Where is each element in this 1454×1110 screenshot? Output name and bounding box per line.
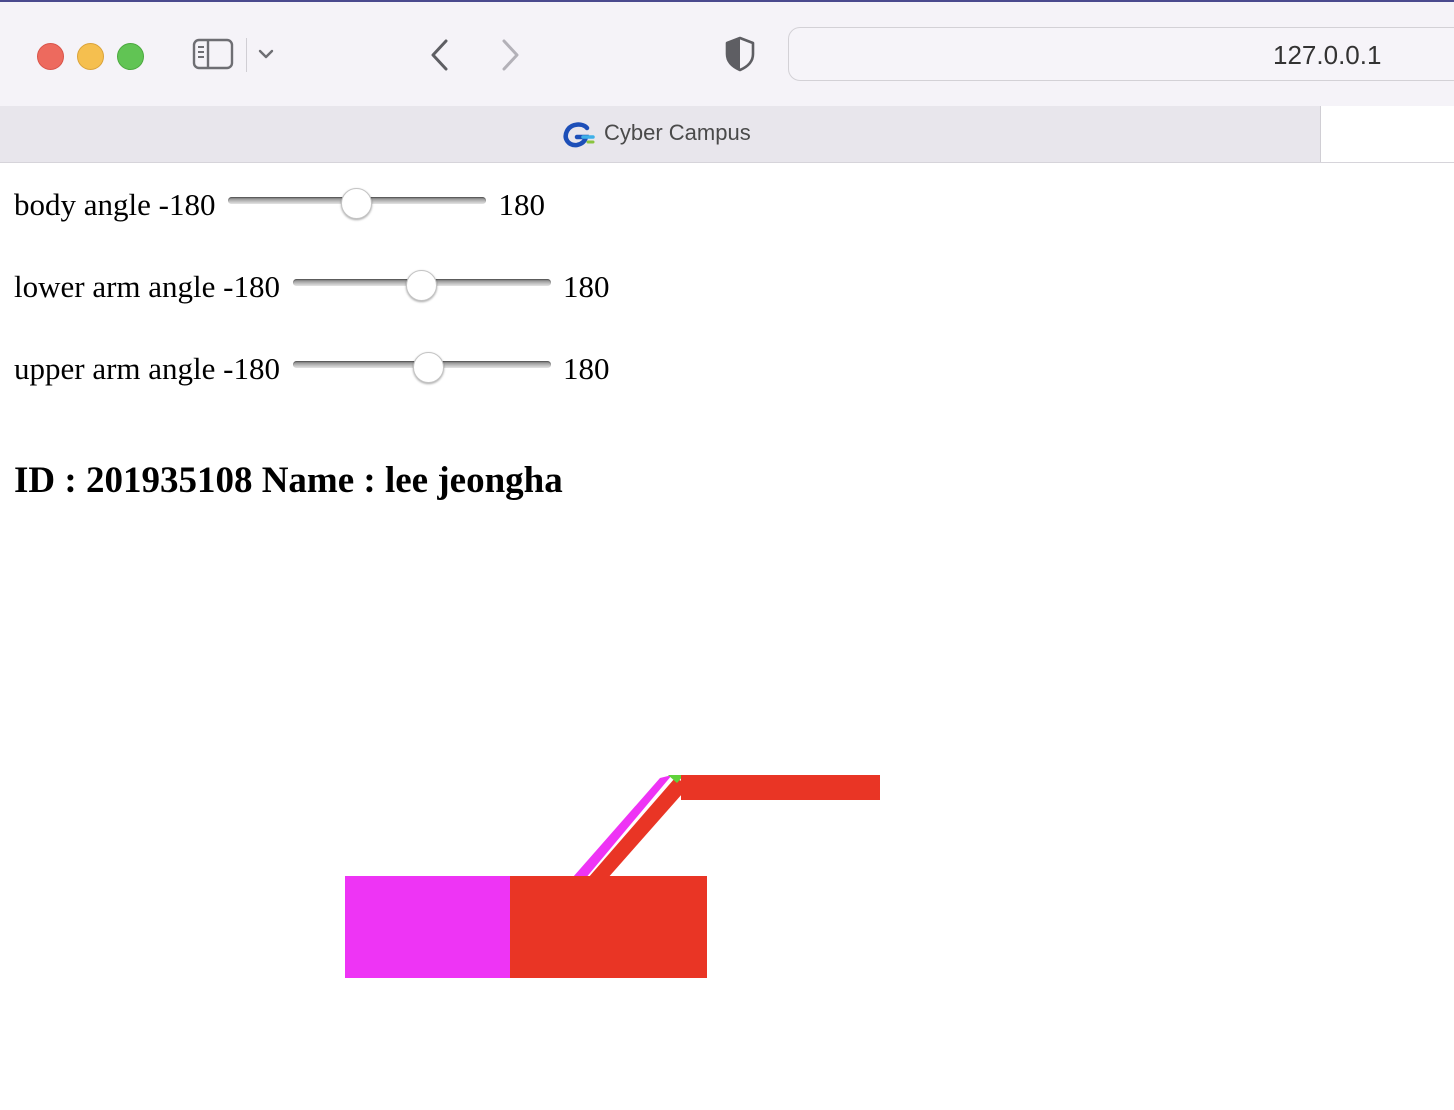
upper-arm-shadow — [573, 775, 672, 879]
favicon-icon — [563, 122, 595, 148]
body-angle-control: body angle -180 180 — [14, 185, 545, 225]
sidebar-icon[interactable] — [192, 37, 234, 71]
forward-icon[interactable] — [495, 37, 525, 73]
lower-arm — [681, 775, 880, 800]
upper-arm-angle-label: upper arm angle -180 — [14, 351, 280, 386]
tab-cyber-campus[interactable]: Cyber Campus — [0, 106, 1321, 162]
browser-toolbar: 127.0.0.1 — [0, 2, 1454, 107]
minimize-window-button[interactable] — [77, 43, 104, 70]
toolbar-divider — [246, 38, 247, 72]
upper-arm-angle-slider[interactable] — [292, 352, 551, 384]
url-text: 127.0.0.1 — [1273, 40, 1382, 70]
body-angle-label: body angle -180 — [14, 187, 216, 222]
student-id-heading: ID : 201935108 Name : lee jeongha — [14, 460, 563, 501]
lower-arm-angle-slider[interactable] — [292, 270, 551, 302]
body-right-part — [510, 876, 707, 978]
upper-arm — [588, 778, 690, 879]
chevron-down-icon[interactable] — [255, 43, 277, 65]
slider-thumb[interactable] — [341, 188, 373, 219]
shield-icon[interactable] — [722, 35, 758, 73]
body-angle-max-label: 180 — [498, 187, 545, 222]
back-icon[interactable] — [425, 37, 455, 73]
body-left-part — [345, 876, 511, 978]
page-content: body angle -180 180 lower arm angle -180… — [0, 163, 1454, 1110]
close-window-button[interactable] — [37, 43, 64, 70]
upper-arm-angle-control: upper arm angle -180 180 — [14, 349, 609, 389]
address-bar[interactable]: 127.0.0.1 — [788, 27, 1454, 81]
zoom-window-button[interactable] — [117, 43, 144, 70]
lower-arm-angle-max-label: 180 — [562, 269, 610, 304]
slider-thumb[interactable] — [405, 270, 437, 301]
body-angle-slider[interactable] — [228, 188, 487, 220]
slider-thumb[interactable] — [413, 352, 445, 383]
lower-arm-angle-control: lower arm angle -180 180 — [14, 267, 609, 307]
robot-arm-canvas — [345, 775, 880, 978]
tab-bar: Cyber Campus — [0, 106, 1454, 163]
lower-arm-angle-label: lower arm angle -180 — [14, 269, 280, 304]
tab-title: Cyber Campus — [604, 120, 751, 145]
upper-arm-angle-max-label: 180 — [562, 351, 610, 386]
